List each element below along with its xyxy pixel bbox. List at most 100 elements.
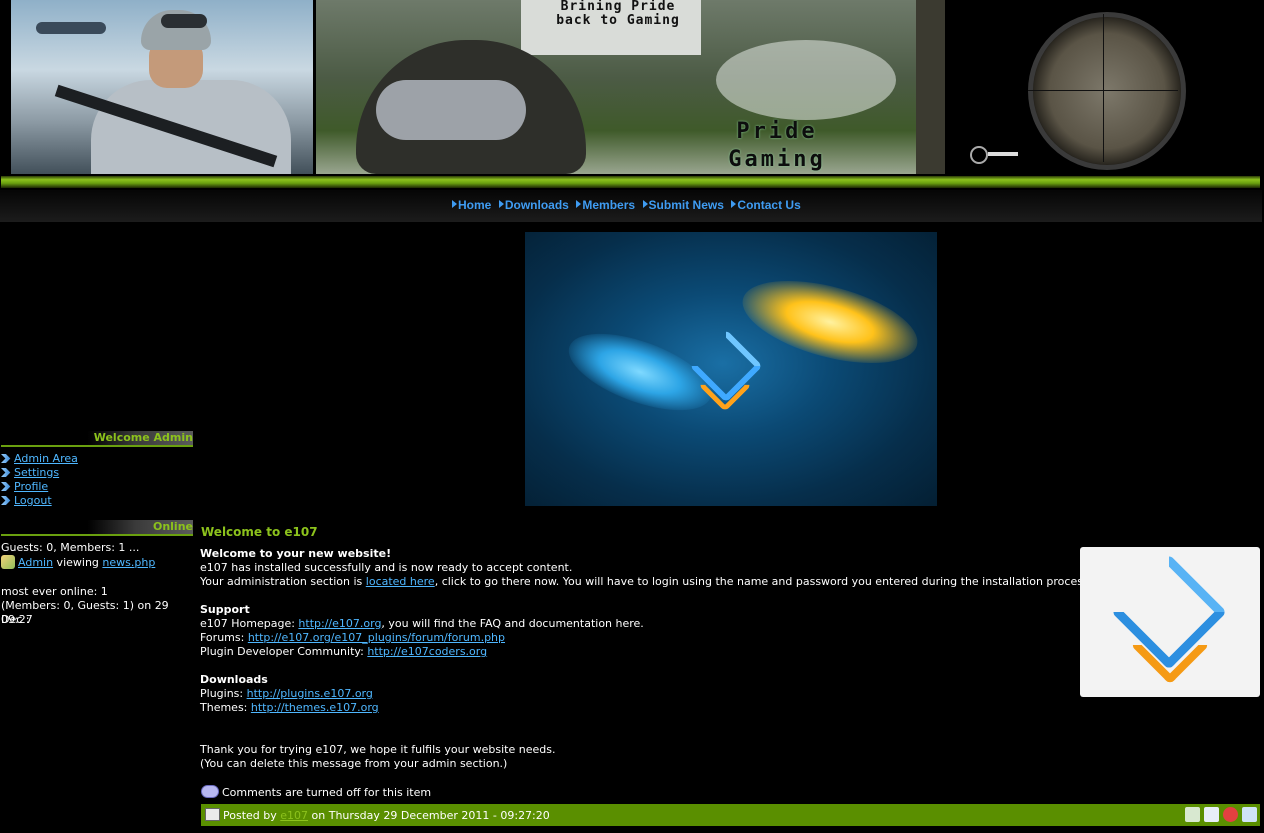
banner-title: Pride Gaming xyxy=(692,118,862,174)
double-arrow-icon xyxy=(1,496,11,505)
nav-item-submit-news[interactable]: Submit News xyxy=(642,198,724,212)
user-icon xyxy=(1,555,15,569)
plugins-prefix: Plugins: xyxy=(200,687,247,700)
fighter-arm-shape xyxy=(376,80,526,140)
most-ever-line3: 09:27 xyxy=(1,613,33,626)
online-user-link[interactable]: Admin xyxy=(18,556,53,569)
print-icon[interactable] xyxy=(1204,807,1219,822)
banner-center-image: Brining Pride back to Gaming Pride Gamin… xyxy=(316,0,945,174)
forums-link[interactable]: http://e107.org/e107_plugins/forum/forum… xyxy=(248,631,505,644)
crosshair-vertical xyxy=(1103,14,1104,162)
news-footer-bar: Posted by e107 on Thursday 29 December 2… xyxy=(201,804,1260,826)
double-arrow-icon xyxy=(1,482,11,491)
online-user-row: Admin viewing news.php xyxy=(1,555,193,570)
pdf-icon[interactable] xyxy=(1223,807,1238,822)
edit-icon[interactable] xyxy=(1242,807,1257,822)
thanks-line2: (You can delete this message from your a… xyxy=(200,757,508,770)
banner-scope-image xyxy=(948,0,1250,174)
online-menu-heading: Online xyxy=(1,520,193,536)
tree-shape xyxy=(916,0,945,174)
posted-by-prefix: Posted by xyxy=(223,809,281,822)
double-arrow-icon xyxy=(1,454,11,463)
smoke-shape xyxy=(716,40,896,120)
banner-title-line2: Gaming xyxy=(728,147,826,172)
sidebar-link[interactable]: Profile xyxy=(14,480,48,493)
arrow-right-icon xyxy=(498,200,504,208)
comment-bubble-icon xyxy=(201,785,219,798)
online-viewing-text: viewing xyxy=(53,556,103,569)
plugin-dev-line: Plugin Developer Community: http://e107c… xyxy=(200,645,487,659)
thanks-line1: Thank you for trying e107, we hope it fu… xyxy=(200,743,556,756)
sidebar-item-settings[interactable]: Settings xyxy=(1,466,59,480)
nav-item-label: Submit News xyxy=(648,198,724,212)
homepage-suffix: , you will find the FAQ and documentatio… xyxy=(381,617,644,630)
scope-dot-icon xyxy=(970,146,988,164)
double-arrow-icon xyxy=(1,468,11,477)
banner-title-line1: Pride xyxy=(736,119,818,144)
news-line2: Your administration section is located h… xyxy=(200,575,1092,589)
sidebar-link[interactable]: Logout xyxy=(14,494,52,507)
homepage-prefix: e107 Homepage: xyxy=(200,617,299,630)
comments-note-text: Comments are turned off for this item xyxy=(222,786,432,799)
plugins-link[interactable]: http://plugins.e107.org xyxy=(247,687,373,700)
goggles-shape xyxy=(161,14,207,28)
banner-tagline-line1: Brining Pride xyxy=(560,0,676,14)
author-link[interactable]: e107 xyxy=(280,809,308,822)
site-banner: Brining Pride back to Gaming Pride Gamin… xyxy=(0,0,1264,176)
posted-by-info: Posted by e107 on Thursday 29 December 2… xyxy=(205,808,550,823)
arrow-right-icon xyxy=(452,200,457,208)
admin-section-link[interactable]: located here xyxy=(366,575,435,588)
news-line2-suffix: , click to go there now. You will have t… xyxy=(434,575,1093,588)
e107-logo-card xyxy=(1080,547,1260,697)
scope-bar xyxy=(988,152,1018,156)
support-heading: Support xyxy=(200,603,250,616)
news-icon xyxy=(205,808,220,821)
banner-soldier-image xyxy=(11,0,313,174)
nav-item-contact-us[interactable]: Contact Us xyxy=(731,198,801,212)
arrow-right-icon xyxy=(642,200,648,208)
downloads-heading: Downloads xyxy=(200,673,268,686)
themes-line: Themes: http://themes.e107.org xyxy=(200,701,379,715)
sidebar-link[interactable]: Settings xyxy=(14,466,59,479)
posted-on-text: on Thursday 29 December 2011 - 09:27:20 xyxy=(308,809,550,822)
plugin-dev-link[interactable]: http://e107coders.org xyxy=(367,645,487,658)
forums-prefix: Forums: xyxy=(200,631,248,644)
plugin-dev-prefix: Plugin Developer Community: xyxy=(200,645,368,658)
nav-item-label: Contact Us xyxy=(737,198,801,212)
nav-item-members[interactable]: Members xyxy=(576,198,635,212)
most-ever-line1: most ever online: 1 xyxy=(1,585,108,598)
main-nav: Home Downloads Members Submit News Conta… xyxy=(0,190,1262,222)
homepage-link[interactable]: http://e107.org xyxy=(298,617,381,630)
news-line2-prefix: Your administration section is xyxy=(200,575,366,588)
themes-prefix: Themes: xyxy=(200,701,251,714)
news-heading: Welcome to your new website! xyxy=(200,547,392,560)
welcome-menu-heading: Welcome Admin xyxy=(1,431,193,447)
themes-link[interactable]: http://themes.e107.org xyxy=(251,701,379,714)
arrow-right-icon xyxy=(576,200,582,208)
banner-tagline: Brining Pride back to Gaming xyxy=(528,0,708,28)
sidebar-item-admin-area[interactable]: Admin Area xyxy=(1,452,78,466)
e107-splash-image xyxy=(525,232,937,506)
online-summary: Guests: 0, Members: 1 ... xyxy=(1,541,140,554)
news-title: Welcome to e107 xyxy=(201,525,318,539)
scope-ring xyxy=(1028,12,1186,170)
forums-line: Forums: http://e107.org/e107_plugins/for… xyxy=(200,631,505,645)
sidebar-item-logout[interactable]: Logout xyxy=(1,494,52,508)
news-line1: e107 has installed successfully and is n… xyxy=(200,561,573,574)
nav-item-label: Home xyxy=(458,198,492,212)
banner-tagline-line2: back to Gaming xyxy=(556,13,680,28)
sidebar-item-profile[interactable]: Profile xyxy=(1,480,48,494)
arrow-right-icon xyxy=(731,200,737,208)
orange-splash-shape xyxy=(734,264,926,380)
plugins-line: Plugins: http://plugins.e107.org xyxy=(200,687,373,701)
nav-item-label: Members xyxy=(582,198,636,212)
nav-item-downloads[interactable]: Downloads xyxy=(498,198,569,212)
nav-item-label: Downloads xyxy=(504,198,569,212)
sidebar-link[interactable]: Admin Area xyxy=(14,452,78,465)
helicopter-shape xyxy=(36,22,106,34)
header-divider xyxy=(1,176,1260,188)
comments-note: Comments are turned off for this item xyxy=(201,785,431,800)
email-icon[interactable] xyxy=(1185,807,1200,822)
nav-item-home[interactable]: Home xyxy=(452,198,491,212)
online-page-link[interactable]: news.php xyxy=(102,556,155,569)
